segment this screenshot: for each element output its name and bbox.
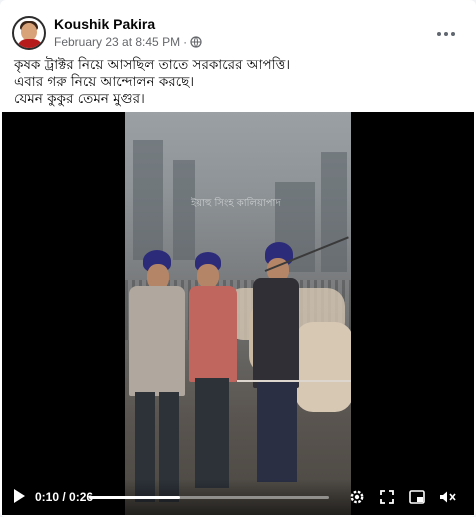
play-icon[interactable] (14, 489, 25, 503)
post-text-line: যেমন কুকুর তেমন মুগুর। (14, 91, 145, 107)
globe-icon[interactable] (190, 36, 202, 48)
video-progress-fill (89, 496, 181, 499)
fullscreen-icon[interactable] (378, 488, 396, 506)
post-meta: February 23 at 8:45 PM · (54, 35, 202, 49)
meta-separator: · (183, 35, 188, 49)
more-options-icon[interactable] (432, 20, 460, 48)
author-name[interactable]: Koushik Pakira (54, 16, 155, 32)
post-text-line: কৃষক ট্রাক্টর নিয়ে আসছিল তাতে সরকারের আ… (14, 57, 291, 73)
video-controls: 0:10 / 0:26 (2, 479, 474, 515)
post-timestamp[interactable]: February 23 at 8:45 PM (54, 35, 180, 49)
post-text: কৃষক ট্রাক্টর নিয়ে আসছিল তাতে সরকারের আ… (14, 57, 464, 108)
video-frame[interactable]: ইয়াহু সিংহ কালিয়াপাদ (125, 112, 351, 515)
video-player[interactable]: ইয়াহু সিংহ কালিয়াপাদ 0:10 / 0:26 (2, 112, 474, 515)
post-text-line: এবার গরু নিয়ে আন্দোলন করছে। (14, 74, 195, 90)
picture-in-picture-icon[interactable] (408, 488, 426, 506)
volume-icon[interactable] (438, 488, 456, 506)
settings-icon[interactable] (348, 488, 366, 506)
author-avatar[interactable] (12, 16, 46, 50)
video-time: 0:10 / 0:26 (35, 490, 94, 504)
post-header: Koushik Pakira February 23 at 8:45 PM · (12, 14, 466, 54)
post-card: Koushik Pakira February 23 at 8:45 PM · … (0, 0, 476, 517)
video-overlay-text: ইয়াহু সিংহ কালিয়াপাদ (191, 198, 281, 209)
video-progress-bar[interactable] (89, 496, 329, 499)
